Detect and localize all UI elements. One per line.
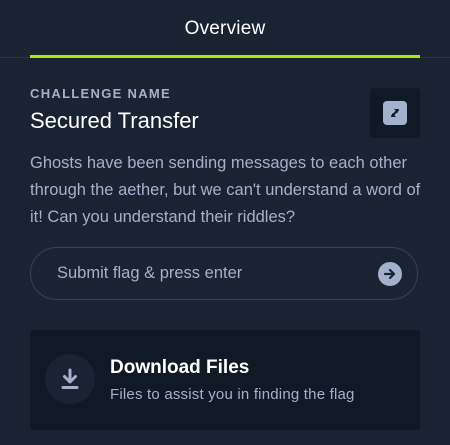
flag-field[interactable] [30, 247, 418, 300]
switch-arrows-icon [383, 101, 407, 125]
download-icon [61, 368, 79, 389]
submit-flag-button[interactable] [378, 261, 402, 286]
tab-overview[interactable]: Overview [30, 0, 420, 58]
challenge-name-label: CHALLENGE NAME [30, 86, 171, 101]
challenge-action-button[interactable] [370, 88, 420, 138]
arrow-right-icon [383, 268, 396, 279]
download-files-card[interactable]: Download Files Files to assist you in fi… [30, 330, 420, 430]
challenge-description: Ghosts have been sending messages to eac… [30, 154, 421, 226]
tab-bar: Overview [0, 0, 450, 58]
challenge-title: Secured Transfer [30, 108, 199, 133]
active-tab-indicator [30, 55, 420, 58]
download-subtitle: Files to assist you in finding the flag [110, 386, 355, 403]
flag-input[interactable] [31, 248, 378, 299]
tab-overview-label: Overview [184, 18, 266, 39]
download-icon-container [45, 354, 95, 404]
download-title: Download Files [110, 357, 250, 378]
